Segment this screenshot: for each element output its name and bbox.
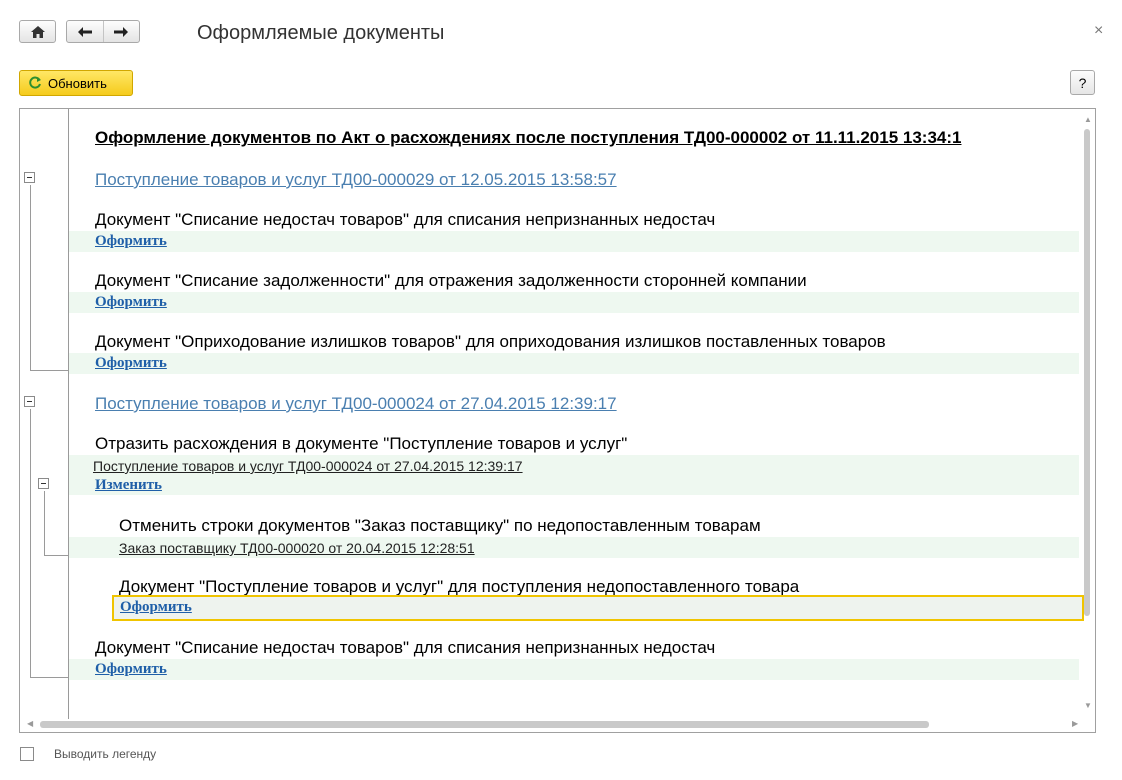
tree-line: [44, 555, 68, 556]
tree-line: [44, 491, 45, 555]
back-button[interactable]: [67, 21, 103, 42]
reflect-child-2-action[interactable]: Оформить: [120, 599, 192, 616]
vertical-scrollbar-thumb[interactable]: [1084, 129, 1090, 616]
group-1-item-1-text: Документ "Списание недостач товаров" для…: [95, 210, 716, 229]
collapse-toggle-group-2[interactable]: [24, 396, 35, 407]
scroll-down-icon[interactable]: ▼: [1084, 701, 1092, 710]
tree-line: [30, 677, 68, 678]
scroll-up-icon[interactable]: ▲: [1084, 115, 1092, 124]
scroll-right-icon[interactable]: ▶: [1072, 719, 1078, 728]
group-1-item-3-action[interactable]: Оформить: [95, 355, 167, 372]
reflect-child-2-text: Документ "Поступление товаров и услуг" д…: [119, 577, 800, 596]
group-1-item-1-action[interactable]: Оформить: [95, 233, 167, 250]
action-band: [69, 659, 1079, 680]
group-1-item-2-text: Документ "Списание задолженности" для от…: [95, 271, 807, 290]
reflect-child-1-text: Отменить строки документов "Заказ постав…: [119, 516, 761, 535]
collapse-toggle-group-1[interactable]: [24, 172, 35, 183]
reflect-child-1-sublink[interactable]: Заказ поставщику ТД00-000020 от 20.04.20…: [119, 540, 475, 556]
refresh-icon: [29, 76, 41, 89]
tree-line: [30, 370, 68, 371]
home-icon: [30, 25, 45, 38]
group-1-item-3-text: Документ "Оприходование излишков товаров…: [95, 332, 886, 351]
selected-row-highlight: [112, 595, 1084, 621]
group-2-document-link[interactable]: Поступление товаров и услуг ТД00-000024 …: [95, 394, 617, 414]
report-header: Оформление документов по Акт о расхожден…: [95, 128, 962, 147]
history-nav: [66, 20, 140, 43]
reflect-change-action[interactable]: Изменить: [95, 477, 162, 494]
group-2-item-1-text: Документ "Списание недостач товаров" для…: [95, 638, 716, 657]
legend-label: Выводить легенду: [54, 747, 157, 761]
reflect-sublink[interactable]: Поступление товаров и услуг ТД00-000024 …: [93, 458, 523, 474]
close-icon[interactable]: ×: [1094, 22, 1103, 40]
horizontal-scrollbar-thumb[interactable]: [40, 721, 929, 728]
group-1-item-2-action[interactable]: Оформить: [95, 294, 167, 311]
group-2-item-1-action[interactable]: Оформить: [95, 661, 167, 678]
arrow-right-icon: [114, 26, 129, 37]
collapse-toggle-reflect[interactable]: [38, 478, 49, 489]
help-button[interactable]: ?: [1070, 70, 1095, 95]
refresh-button[interactable]: Обновить: [19, 70, 133, 96]
action-band: [69, 292, 1079, 313]
tree-line: [30, 409, 31, 678]
action-band: [69, 231, 1079, 252]
tree-line: [30, 185, 31, 370]
group-1-document-link[interactable]: Поступление товаров и услуг ТД00-000029 …: [95, 170, 617, 190]
tree-line: [68, 109, 69, 719]
window-title: Оформляемые документы: [197, 22, 445, 44]
reflect-text: Отразить расхождения в документе "Поступ…: [95, 434, 628, 453]
report-panel: Оформление документов по Акт о расхожден…: [19, 108, 1096, 733]
action-band: [69, 353, 1079, 374]
legend-checkbox[interactable]: [20, 747, 34, 761]
forward-button[interactable]: [102, 21, 140, 42]
arrow-left-icon: [77, 26, 92, 37]
home-button[interactable]: [19, 20, 56, 43]
refresh-label: Обновить: [48, 75, 107, 91]
scroll-left-icon[interactable]: ◀: [27, 719, 33, 728]
